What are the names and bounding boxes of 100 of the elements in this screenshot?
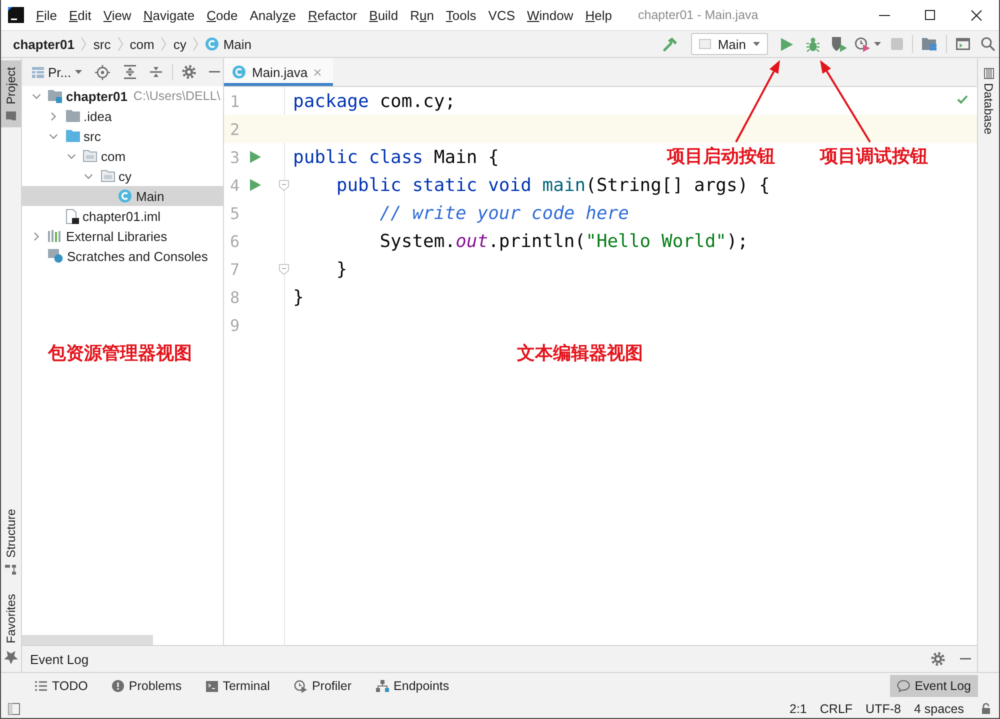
- tree-item[interactable]: .idea: [22, 106, 223, 126]
- run-icon[interactable]: [250, 151, 260, 163]
- run-icon[interactable]: [250, 179, 260, 191]
- chevron-icon: [81, 37, 86, 51]
- menu-item[interactable]: Help: [585, 8, 612, 22]
- chevron-icon: [161, 37, 166, 51]
- bug-icon[interactable]: [806, 36, 820, 52]
- crosshair-icon[interactable]: [95, 64, 110, 80]
- bars-icon: [984, 68, 994, 79]
- tree-item[interactable]: com: [22, 146, 223, 166]
- caret-icon: [753, 42, 760, 46]
- annotation-label: 包资源管理器视图: [48, 343, 192, 365]
- chevron-icon[interactable]: [66, 152, 76, 160]
- path-text: C:\Users\DELL\: [133, 89, 220, 103]
- menu-item[interactable]: File: [36, 8, 57, 22]
- menu-item[interactable]: Build: [369, 8, 398, 22]
- terminal-icon: [206, 680, 218, 692]
- expand-all-icon[interactable]: [123, 65, 138, 79]
- package-folder-icon: [100, 170, 114, 182]
- check-icon: [957, 95, 968, 104]
- annotation-label: 项目调试按钮: [820, 146, 928, 168]
- menu-item[interactable]: View: [103, 8, 132, 22]
- tool-window-tab[interactable]: Structure: [1, 502, 21, 582]
- tool-window-tab[interactable]: Favorites: [1, 586, 21, 671]
- line-number: 4: [229, 176, 241, 194]
- tool-window-tab[interactable]: Project: [1, 60, 21, 128]
- run-config-dropdown[interactable]: Main: [690, 33, 768, 55]
- breadcrumb[interactable]: Main: [205, 36, 252, 52]
- chevron-icon: [193, 37, 198, 51]
- menu-item[interactable]: Window: [527, 8, 574, 22]
- minimize-icon[interactable]: [878, 14, 890, 16]
- breadcrumb[interactable]: com: [130, 36, 154, 52]
- menu-item[interactable]: Refactor: [308, 8, 358, 22]
- minus-icon[interactable]: [960, 658, 971, 660]
- search-icon[interactable]: [981, 37, 995, 51]
- status-item[interactable]: 2:1: [790, 702, 807, 716]
- breadcrumb[interactable]: src: [93, 36, 111, 52]
- caret-icon[interactable]: [874, 42, 881, 46]
- code-line: public class Main {: [293, 146, 499, 168]
- collapse-all-icon[interactable]: [149, 65, 164, 79]
- tree-item[interactable]: src: [22, 126, 223, 146]
- tree-item[interactable]: External Libraries: [22, 226, 223, 246]
- hammer-icon[interactable]: [662, 36, 678, 52]
- window-icon[interactable]: [956, 38, 970, 50]
- scrollbar-thumb[interactable]: [22, 635, 153, 645]
- menu-item[interactable]: Run: [410, 8, 434, 22]
- folder-icon: [6, 111, 16, 120]
- chevron-icon[interactable]: [32, 232, 40, 240]
- menu-item[interactable]: Navigate: [143, 8, 195, 22]
- tree-item[interactable]: chapter01 C:\Users\DELL\: [22, 86, 223, 106]
- settings-icon[interactable]: [931, 652, 945, 666]
- grid-icon: [32, 66, 44, 78]
- tool-window-button[interactable]: Event Log: [890, 675, 978, 697]
- minus-icon[interactable]: [209, 71, 220, 73]
- square-icon[interactable]: [8, 702, 20, 714]
- tool-window-button[interactable]: Terminal: [198, 675, 277, 697]
- menu-item[interactable]: Edit: [68, 8, 92, 22]
- frame-icon: [698, 39, 711, 49]
- tree-item[interactable]: cy: [22, 166, 223, 186]
- tool-window-button[interactable]: Problems: [104, 675, 189, 697]
- fold-marker-icon[interactable]: [279, 264, 289, 274]
- clock-play-icon: [294, 680, 307, 692]
- close-icon[interactable]: [970, 10, 982, 20]
- window-title: chapter01 - Main.java: [638, 8, 758, 22]
- status-item[interactable]: 4 spaces: [914, 702, 964, 716]
- run-icon[interactable]: [781, 38, 793, 50]
- tool-window-button[interactable]: Profiler: [286, 675, 359, 697]
- chevron-icon: [118, 37, 123, 51]
- menu-item[interactable]: VCS: [488, 8, 516, 22]
- status-item[interactable]: CRLF: [820, 702, 853, 716]
- status-item[interactable]: UTF-8: [866, 702, 901, 716]
- chevron-icon[interactable]: [84, 172, 93, 180]
- breadcrumb[interactable]: chapter01: [13, 36, 74, 52]
- clock-play-icon[interactable]: [855, 36, 870, 52]
- menu-item[interactable]: Analyze: [250, 8, 296, 22]
- hierarchy-icon: [6, 564, 16, 575]
- chevron-icon[interactable]: [49, 112, 58, 120]
- breadcrumb[interactable]: cy: [173, 36, 186, 52]
- line-number: 2: [229, 120, 241, 138]
- tool-window-button[interactable]: Endpoints: [368, 675, 456, 697]
- menu-item[interactable]: Code: [206, 8, 238, 22]
- editor-tab[interactable]: Main.java: [224, 58, 333, 86]
- menu-item[interactable]: Tools: [446, 8, 476, 22]
- tree-item[interactable]: Scratches and Consoles: [22, 246, 223, 266]
- view-selector[interactable]: Pr...: [32, 64, 82, 80]
- fold-marker-icon[interactable]: [279, 180, 289, 190]
- tree-item[interactable]: Main: [22, 186, 223, 206]
- folder-grid-icon[interactable]: [922, 37, 937, 51]
- tool-window-tab[interactable]: Database: [978, 66, 999, 136]
- tool-window-button[interactable]: TODO: [28, 675, 95, 697]
- settings-icon[interactable]: [182, 65, 196, 79]
- package-folder-icon: [83, 150, 97, 162]
- shield-play-icon[interactable]: [832, 36, 847, 52]
- speech-bubble-icon: [896, 680, 910, 692]
- lock-icon[interactable]: [981, 703, 991, 714]
- tree-item[interactable]: chapter01.iml: [22, 206, 223, 226]
- scratch-file-icon: [48, 249, 63, 263]
- maximize-icon[interactable]: [925, 10, 935, 20]
- chevron-icon[interactable]: [49, 132, 58, 140]
- chevron-icon[interactable]: [32, 92, 40, 100]
